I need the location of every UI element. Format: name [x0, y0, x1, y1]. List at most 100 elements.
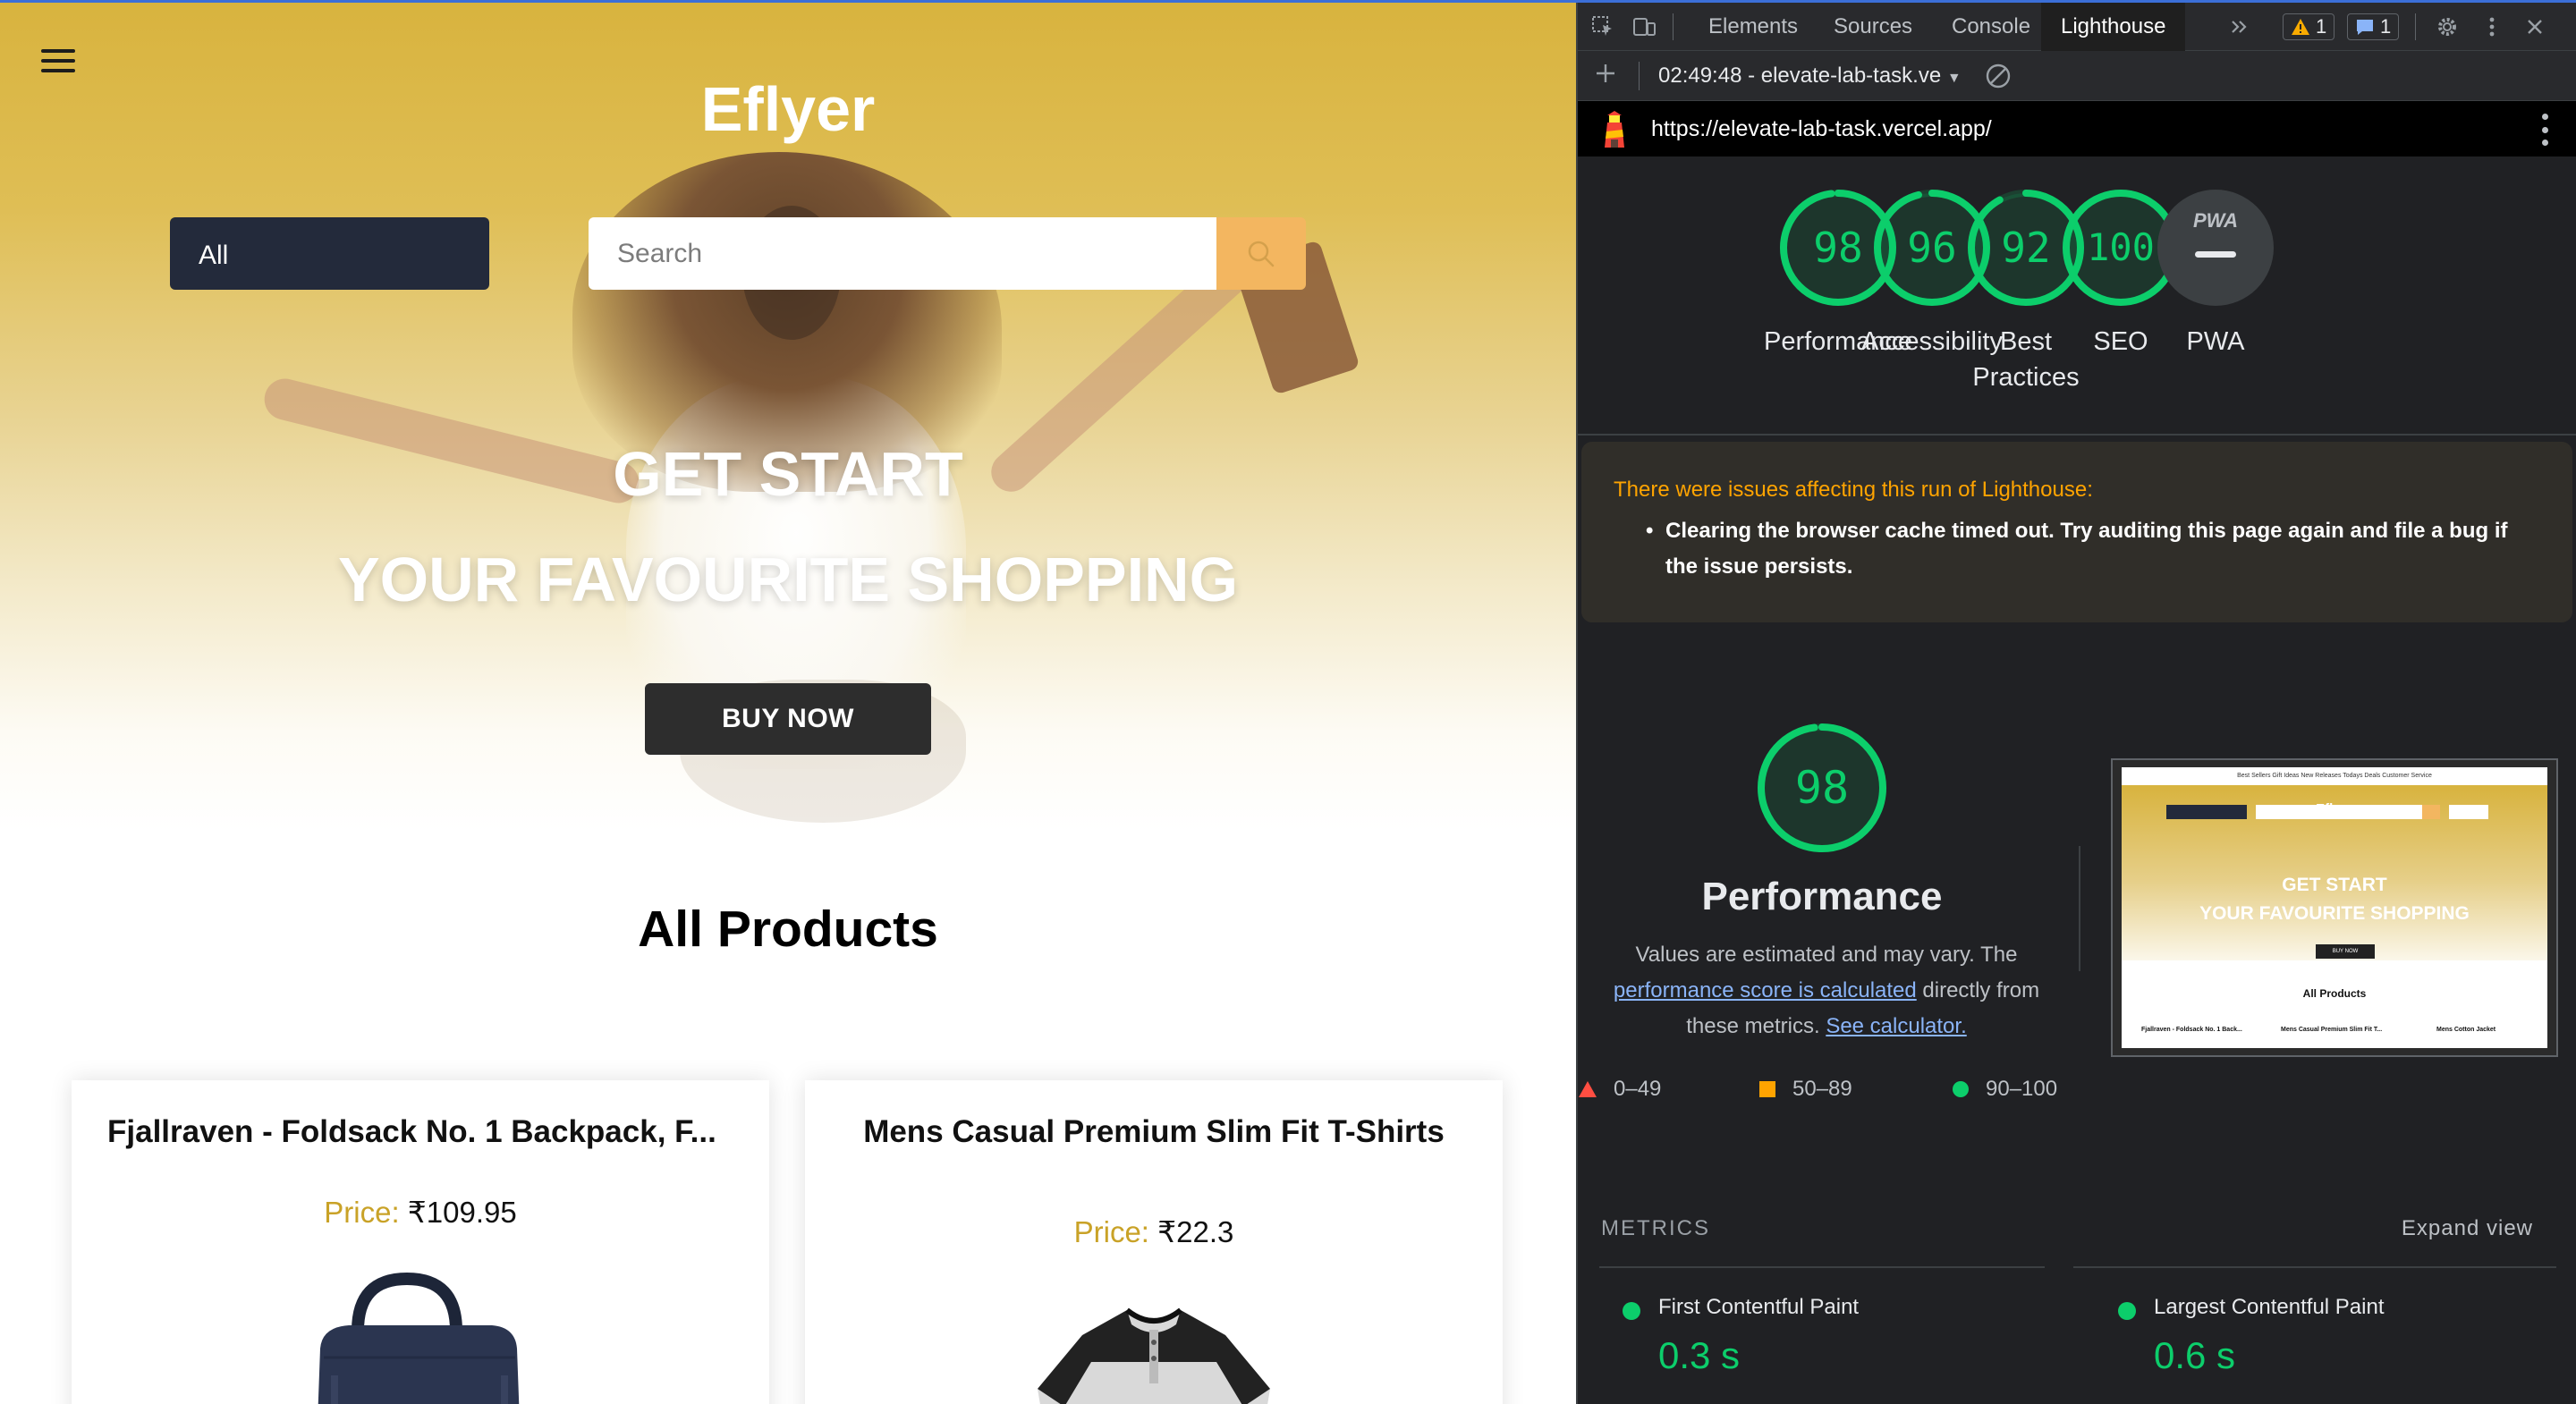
metric-divider: [2073, 1266, 2556, 1268]
vertical-separator: [2079, 846, 2080, 971]
pass-circle-icon: [1953, 1081, 1969, 1097]
thumbnail-language-select: [2449, 805, 2488, 819]
report-select-dropdown[interactable]: 02:49:48 - elevate-lab-task.ve ▼: [1658, 51, 1962, 101]
hero-heading-line-2: YOUR FAVOURITE SHOPPING: [337, 545, 1239, 614]
backpack-product-image: [318, 1272, 520, 1404]
products-section-title: All Products: [638, 901, 938, 958]
price-value: ₹109.95: [407, 1196, 517, 1229]
tab-console[interactable]: Console: [1932, 3, 2050, 51]
product-title[interactable]: Fjallraven - Foldsack No. 1 Backpack, F.…: [72, 1114, 769, 1150]
tab-separator: [1673, 13, 1674, 40]
metric-name: Largest Contentful Paint: [2154, 1295, 2385, 1319]
more-tabs-chevron-icon[interactable]: [2227, 14, 2252, 39]
metrics-heading: METRICS: [1601, 1216, 1710, 1240]
metric-value: 0.3 s: [1658, 1334, 1741, 1376]
thumbnail-nav: Best Sellers Gift Ideas New Releases Tod…: [2122, 767, 2547, 785]
section-divider: [1578, 434, 2576, 436]
messages-badge[interactable]: 1: [2347, 13, 2400, 40]
device-toolbar-icon[interactable]: [1631, 14, 1657, 39]
metric-divider: [1599, 1266, 2045, 1268]
report-url-bar: https://elevate-lab-task.vercel.app/: [1578, 101, 2576, 156]
tab-sources[interactable]: Sources: [1814, 3, 1932, 51]
gauge-label: PWA: [2186, 327, 2245, 356]
see-calculator-link[interactable]: See calculator.: [1826, 1014, 1966, 1038]
settings-gear-icon[interactable]: [2435, 14, 2460, 39]
expand-view-toggle[interactable]: Expand view: [2402, 1216, 2533, 1241]
thumbnail-hero-line-1: GET START: [2282, 875, 2387, 895]
search-icon: [1248, 241, 1275, 266]
product-card[interactable]: Mens Casual Premium Slim Fit T-Shirts Pr…: [805, 1080, 1503, 1404]
price-value: ₹22.3: [1157, 1215, 1234, 1248]
tab-elements[interactable]: Elements: [1689, 3, 1818, 51]
tshirt-product-image: [1038, 1307, 1270, 1404]
thumbnail-product-title: Fjallraven - Foldsack No. 1 Back...: [2141, 1027, 2242, 1033]
warning-title: There were issues affecting this run of …: [1614, 478, 2093, 502]
gauge-pwa[interactable]: PWA PWA: [2131, 188, 2301, 359]
site-brand-logo[interactable]: Eflyer: [0, 73, 1576, 145]
report-menu-kebab-icon[interactable]: [2542, 114, 2549, 146]
metric-name: First Contentful Paint: [1658, 1295, 1860, 1319]
messages-count: 1: [2380, 15, 2392, 38]
devtools-tab-bar: Elements Sources Console Lighthouse 1 1: [1578, 3, 2576, 51]
thumbnail-buy-button: BUY NOW: [2316, 944, 2375, 959]
lighthouse-toolbar: 02:49:48 - elevate-lab-task.ve ▼: [1578, 51, 2576, 101]
pwa-badge-text: PWA: [2192, 209, 2239, 232]
performance-title: Performance: [1701, 875, 1943, 918]
thumbnail-hero-line-2: YOUR FAVOURITE SHOPPING: [2199, 903, 2470, 924]
thumbnail-search-button: [2422, 805, 2440, 819]
thumbnail-product-title: Mens Cotton Jacket: [2436, 1027, 2496, 1033]
report-select-label: 02:49:48 - elevate-lab-task.ve: [1658, 63, 1942, 88]
performance-gauge-large: 98: [1758, 723, 1886, 852]
performance-desc-text-1: Values are estimated and may vary. The: [1635, 943, 2018, 967]
score-legend: 0–49 50–89 90–100: [1578, 1077, 2066, 1107]
legend-fail: 0–49: [1578, 1077, 1661, 1102]
category-gauges: 98 Performance 96 Accessibility 92 Best …: [1578, 188, 2576, 411]
product-card[interactable]: Fjallraven - Foldsack No. 1 Backpack, F.…: [72, 1080, 769, 1404]
close-devtools-icon[interactable]: [2522, 14, 2547, 39]
pass-circle-icon: [1623, 1302, 1640, 1320]
toolbar-separator: [1639, 62, 1640, 90]
performance-score-large: 98: [1795, 762, 1849, 814]
thumbnail-section-title: All Products: [2302, 987, 2367, 1000]
average-square-icon: [1759, 1081, 1775, 1097]
thumbnail-category-select: [2166, 805, 2247, 819]
price-label: Price:: [324, 1196, 400, 1229]
legend-pass-label: 90–100: [1986, 1077, 2058, 1101]
final-screenshot-thumbnail[interactable]: Best Sellers Gift Ideas New Releases Tod…: [2111, 758, 2558, 1057]
buy-now-button[interactable]: BUY NOW: [645, 683, 931, 755]
new-report-plus-icon[interactable]: [1592, 60, 1619, 87]
more-options-kebab-icon[interactable]: [2479, 14, 2504, 39]
tab-lighthouse[interactable]: Lighthouse: [2041, 3, 2186, 51]
legend-pass: 90–100: [1952, 1077, 2057, 1102]
warning-triangle-icon: [2292, 19, 2309, 35]
search-button[interactable]: [1216, 217, 1306, 290]
clear-reports-icon[interactable]: [1984, 62, 2012, 90]
metric-value: 0.6 s: [2154, 1334, 2236, 1376]
product-title[interactable]: Mens Casual Premium Slim Fit T-Shirts: [805, 1114, 1503, 1150]
legend-average-label: 50–89: [1792, 1077, 1852, 1101]
hero-heading-line-1: GET START: [613, 439, 963, 509]
inspect-element-icon[interactable]: [1590, 14, 1615, 39]
pwa-badge-icon: [2157, 190, 2274, 306]
hero-banner: Eflyer All GET START YOUR FAVOURITE SHOP…: [0, 0, 1576, 832]
warnings-count: 1: [2316, 15, 2327, 38]
warning-bullet: Clearing the browser cache timed out. Tr…: [1646, 513, 2542, 585]
category-select[interactable]: All: [170, 217, 489, 290]
dropdown-arrow-icon: ▼: [1946, 71, 1962, 86]
legend-fail-label: 0–49: [1614, 1077, 1662, 1101]
product-price-row: Price: ₹22.3: [805, 1214, 1503, 1249]
price-label: Price:: [1073, 1215, 1149, 1248]
hamburger-menu-icon[interactable]: [41, 49, 75, 72]
report-url[interactable]: https://elevate-lab-task.vercel.app/: [1651, 101, 1992, 156]
legend-average: 50–89: [1758, 1077, 1852, 1102]
score-calculated-link[interactable]: performance score is calculated: [1614, 978, 1917, 1002]
gauge-ring: PWA: [2156, 188, 2275, 308]
search-input[interactable]: [589, 217, 1216, 290]
window-top-accent-line: [0, 0, 2576, 3]
message-icon: [2357, 20, 2373, 35]
thumbnail-page: Best Sellers Gift Ideas New Releases Tod…: [2122, 767, 2547, 1048]
warnings-badge[interactable]: 1: [2283, 13, 2335, 40]
fail-triangle-icon: [1579, 1081, 1597, 1097]
tab-separator: [2415, 13, 2416, 40]
runtime-warning-box: There were issues affecting this run of …: [1581, 442, 2572, 622]
